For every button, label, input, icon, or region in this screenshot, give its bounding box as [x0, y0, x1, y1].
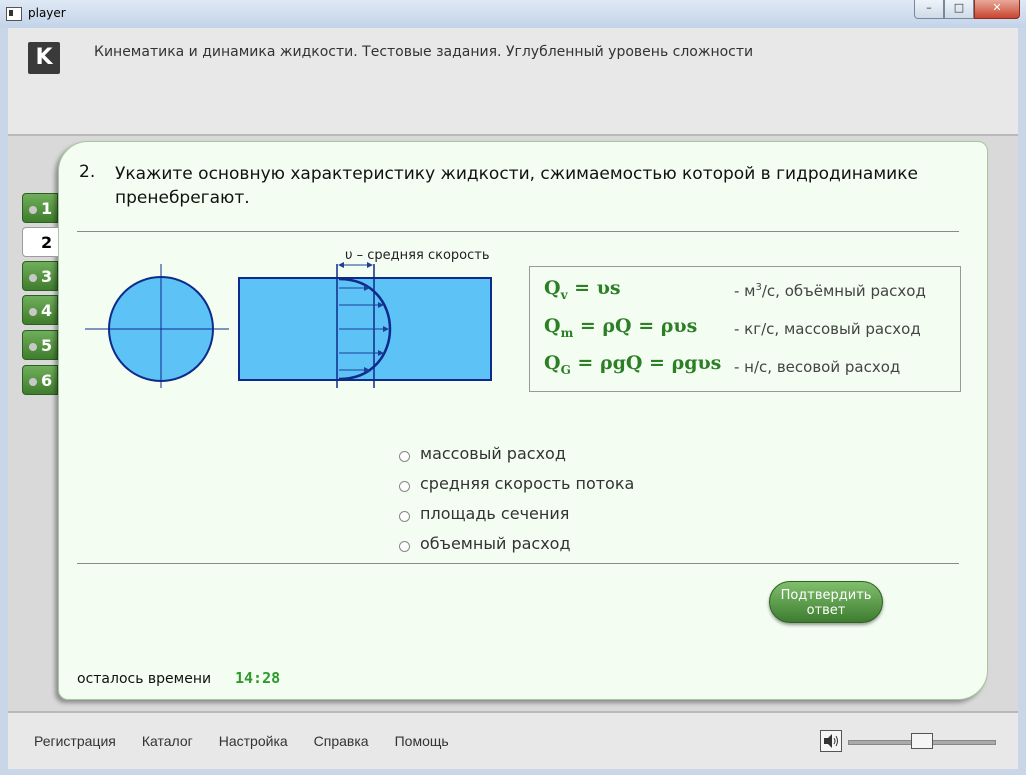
status-dot-icon	[29, 377, 37, 386]
formula-row-weight: QG = ρgQ = ρgυs - н/с, весовой расход	[544, 352, 900, 382]
answer-option[interactable]: площадь сечения	[399, 498, 634, 528]
question-number: 2.	[79, 162, 96, 182]
question-text: Укажите основную характеристику жидкости…	[115, 164, 918, 208]
formula-row-volume: Qv = υs - м3/с, объёмный расход	[544, 277, 926, 307]
window-border-bottom	[0, 769, 1026, 775]
status-dot-icon	[29, 205, 37, 214]
question-tab-1[interactable]: 1	[22, 193, 58, 223]
formula-box: Qv = υs - м3/с, объёмный расход Qm = ρQ …	[529, 266, 961, 392]
app-header: K Кинематика и динамика жидкости. Тестов…	[8, 28, 1018, 136]
speaker-icon[interactable]	[820, 730, 842, 752]
window-title: player	[28, 6, 66, 20]
answer-options: массовый расход средняя скорость потока …	[399, 438, 634, 558]
title-bar: player – □ ✕	[0, 0, 1026, 29]
brand-logo: K	[28, 42, 60, 74]
menu-item-settings[interactable]: Настройка	[219, 733, 288, 749]
formula-expression: QG = ρgQ = ρgυs	[544, 352, 722, 377]
formula-row-mass: Qm = ρQ = ρυs - кг/с, массовый расход	[544, 315, 921, 345]
window-border-right	[1018, 28, 1026, 769]
volume-slider-thumb[interactable]	[911, 733, 933, 749]
app-icon	[6, 7, 22, 21]
minimize-button[interactable]: –	[914, 0, 944, 19]
answer-option[interactable]: объемный расход	[399, 528, 634, 558]
formula-description: - м3/с, объёмный расход	[734, 282, 926, 300]
question-tab-6[interactable]: 6	[22, 365, 58, 395]
status-dot-icon	[29, 307, 37, 316]
maximize-button[interactable]: □	[944, 0, 974, 19]
timer-label: осталось времени	[77, 671, 212, 687]
window-border-left	[0, 28, 8, 769]
formula-expression: Qv = υs	[544, 277, 621, 302]
status-dot-icon	[29, 342, 37, 351]
menu-item-assist[interactable]: Помощь	[395, 733, 449, 749]
question-card: 2. Укажите основную характеристику жидко…	[58, 141, 988, 700]
menu-item-help[interactable]: Справка	[314, 733, 369, 749]
course-title: Кинематика и динамика жидкости. Тестовые…	[94, 44, 754, 60]
menu-item-registration[interactable]: Регистрация	[34, 733, 116, 749]
question-tab-4[interactable]: 4	[22, 295, 58, 325]
formula-description: - н/с, весовой расход	[734, 358, 901, 376]
radio-button[interactable]	[399, 450, 410, 462]
footer-menu: Регистрация Каталог Настройка Справка По…	[34, 733, 475, 749]
timer-value: 14:28	[235, 669, 281, 687]
radio-button[interactable]	[399, 510, 410, 522]
divider-bottom	[77, 563, 959, 564]
status-dot-icon	[29, 273, 37, 282]
confirm-answer-button[interactable]: Подтвердить ответ	[769, 581, 883, 623]
divider-top	[77, 231, 959, 232]
menu-item-catalog[interactable]: Каталог	[142, 733, 193, 749]
question-tab-5[interactable]: 5	[22, 330, 58, 360]
app-footer: Регистрация Каталог Настройка Справка По…	[8, 711, 1018, 771]
close-button[interactable]: ✕	[974, 0, 1020, 19]
radio-button[interactable]	[399, 480, 410, 492]
question-tab-3[interactable]: 3	[22, 261, 58, 291]
pipe-flow-figure: υ – средняя скорость	[85, 248, 492, 388]
answer-option[interactable]: средняя скорость потока	[399, 468, 634, 498]
radio-button[interactable]	[399, 540, 410, 552]
formula-expression: Qm = ρQ = ρυs	[544, 315, 698, 340]
formula-description: - кг/с, массовый расход	[734, 320, 921, 338]
velocity-label: υ – средняя скорость	[345, 248, 490, 263]
question-tab-2[interactable]: 2	[22, 227, 58, 257]
answer-option[interactable]: массовый расход	[399, 438, 634, 468]
